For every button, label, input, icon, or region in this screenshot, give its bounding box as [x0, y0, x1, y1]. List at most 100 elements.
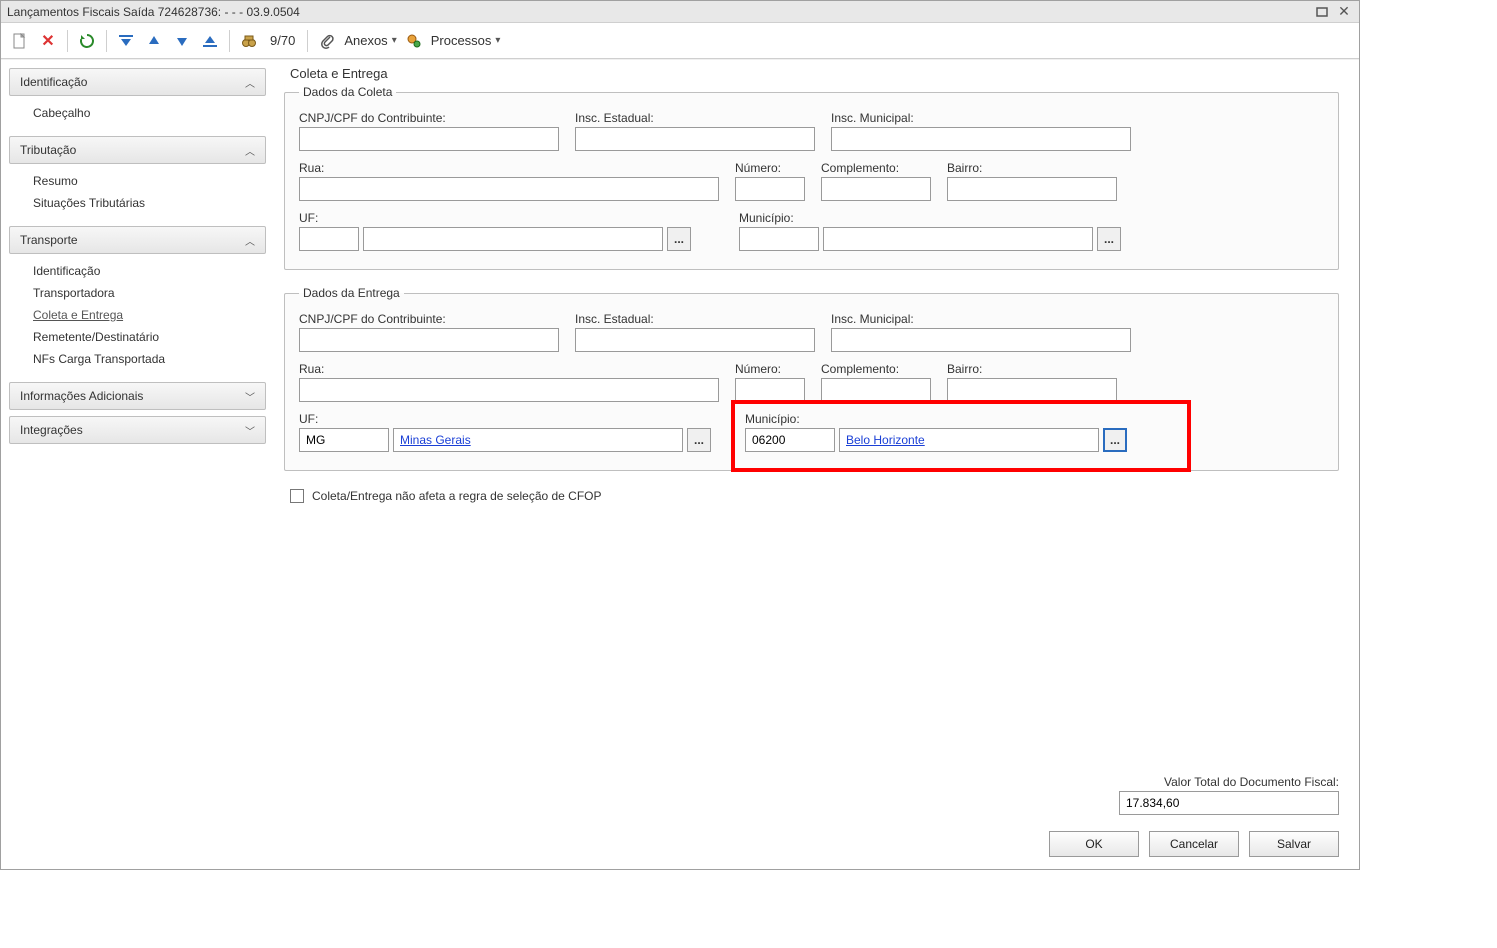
input-coleta-insc-est[interactable]: [575, 127, 815, 151]
lookup-coleta-uf-button[interactable]: ...: [667, 227, 691, 251]
input-total[interactable]: [1119, 791, 1339, 815]
toolbar: ✕ 9/70 Anexos ▾: [1, 23, 1359, 59]
new-document-icon: [13, 33, 27, 49]
refresh-icon: [79, 33, 95, 49]
input-coleta-complemento[interactable]: [821, 177, 931, 201]
chevron-up-icon: ︿: [245, 233, 255, 248]
title-bar: Lançamentos Fiscais Saída 724628736: - -…: [1, 1, 1359, 23]
window-close-button[interactable]: ✕: [1335, 5, 1353, 19]
input-entrega-numero[interactable]: [735, 378, 805, 402]
input-entrega-complemento[interactable]: [821, 378, 931, 402]
label-coleta-municipio: Município:: [739, 211, 1121, 225]
toolbar-separator: [229, 30, 230, 52]
input-entrega-mun-code[interactable]: [745, 428, 835, 452]
label-coleta-numero: Número:: [735, 161, 805, 175]
toolbar-prev-button[interactable]: [143, 30, 165, 52]
toolbar-processes-dropdown[interactable]: Processos ▾: [431, 33, 501, 48]
binoculars-icon: [241, 33, 257, 49]
window-maximize-button[interactable]: [1313, 5, 1331, 19]
lookup-entrega-mun-button[interactable]: ...: [1103, 428, 1127, 452]
lookup-coleta-mun-button[interactable]: ...: [1097, 227, 1121, 251]
label-entrega-numero: Número:: [735, 362, 805, 376]
toolbar-new-button[interactable]: [9, 30, 31, 52]
ok-button[interactable]: OK: [1049, 831, 1139, 857]
paperclip-icon: [320, 33, 334, 49]
input-entrega-mun-name[interactable]: [839, 428, 1099, 452]
label-coleta-uf: UF:: [299, 211, 691, 225]
toolbar-attachments-icon[interactable]: [316, 30, 338, 52]
accordion-header-label: Transporte: [20, 233, 78, 247]
input-coleta-rua[interactable]: [299, 177, 719, 201]
input-coleta-uf-name[interactable]: [363, 227, 663, 251]
toolbar-attachments-dropdown[interactable]: Anexos ▾: [344, 33, 396, 48]
input-coleta-cnpj[interactable]: [299, 127, 559, 151]
accordion-identificacao: Identificação ︿ Cabeçalho: [9, 68, 266, 130]
toolbar-processes-icon[interactable]: [403, 30, 425, 52]
label-total: Valor Total do Documento Fiscal:: [1164, 775, 1339, 789]
sidebar-item-nfs-carga[interactable]: NFs Carga Transportada: [33, 348, 266, 370]
lookup-entrega-uf-button[interactable]: ...: [687, 428, 711, 452]
cancel-button[interactable]: Cancelar: [1149, 831, 1239, 857]
input-coleta-mun-name[interactable]: [823, 227, 1093, 251]
nav-next-icon: [176, 36, 188, 46]
label-entrega-insc-est: Insc. Estadual:: [575, 312, 815, 326]
toolbar-search-button[interactable]: [238, 30, 260, 52]
input-entrega-uf-code[interactable]: [299, 428, 389, 452]
maximize-icon: [1316, 7, 1328, 17]
toolbar-last-button[interactable]: [199, 30, 221, 52]
chevron-down-icon: ﹀: [245, 423, 255, 438]
toolbar-delete-button[interactable]: ✕: [37, 30, 59, 52]
label-entrega-complemento: Complemento:: [821, 362, 931, 376]
input-coleta-numero[interactable]: [735, 177, 805, 201]
main-panel: Coleta e Entrega Dados da Coleta CNPJ/CP…: [276, 60, 1359, 869]
sidebar-item-transp-ident[interactable]: Identificação: [33, 260, 266, 282]
save-button[interactable]: Salvar: [1249, 831, 1339, 857]
total-block: Valor Total do Documento Fiscal:: [1119, 775, 1339, 815]
nav-prev-icon: [148, 36, 160, 46]
sidebar-item-transportadora[interactable]: Transportadora: [33, 282, 266, 304]
toolbar-first-button[interactable]: [115, 30, 137, 52]
input-coleta-insc-mun[interactable]: [831, 127, 1131, 151]
accordion-header-tributacao[interactable]: Tributação ︿: [9, 136, 266, 164]
accordion-header-label: Identificação: [20, 75, 87, 89]
sidebar-item-remetente[interactable]: Remetente/Destinatário: [33, 326, 266, 348]
toolbar-separator: [307, 30, 308, 52]
toolbar-next-button[interactable]: [171, 30, 193, 52]
label-entrega-cnpj: CNPJ/CPF do Contribuinte:: [299, 312, 559, 326]
sidebar-item-cabecalho[interactable]: Cabeçalho: [33, 102, 266, 124]
cfop-checkbox[interactable]: [290, 489, 304, 503]
sidebar-item-resumo[interactable]: Resumo: [33, 170, 266, 192]
sidebar-item-coleta-entrega[interactable]: Coleta e Entrega: [33, 304, 266, 326]
accordion-header-transporte[interactable]: Transporte ︿: [9, 226, 266, 254]
input-entrega-uf-name[interactable]: [393, 428, 683, 452]
chevron-down-icon: ﹀: [245, 389, 255, 404]
sidebar-item-situacoes[interactable]: Situações Tributárias: [33, 192, 266, 214]
window-title: Lançamentos Fiscais Saída 724628736: - -…: [7, 5, 1309, 19]
input-entrega-insc-mun[interactable]: [831, 328, 1131, 352]
label-entrega-municipio: Município:: [745, 412, 1127, 426]
label-entrega-rua: Rua:: [299, 362, 719, 376]
toolbar-refresh-button[interactable]: [76, 30, 98, 52]
label-entrega-insc-mun: Insc. Municipal:: [831, 312, 1131, 326]
group-dados-coleta: Dados da Coleta CNPJ/CPF do Contribuinte…: [284, 85, 1339, 270]
accordion-integracoes: Integrações ﹀: [9, 416, 266, 444]
label-coleta-complemento: Complemento:: [821, 161, 931, 175]
accordion-header-identificacao[interactable]: Identificação ︿: [9, 68, 266, 96]
input-entrega-rua[interactable]: [299, 378, 719, 402]
accordion-header-info-adicionais[interactable]: Informações Adicionais ﹀: [9, 382, 266, 410]
page-title: Coleta e Entrega: [290, 66, 1339, 81]
accordion-header-integracoes[interactable]: Integrações ﹀: [9, 416, 266, 444]
label-coleta-bairro: Bairro:: [947, 161, 1117, 175]
input-coleta-bairro[interactable]: [947, 177, 1117, 201]
input-coleta-mun-code[interactable]: [739, 227, 819, 251]
entrega-municipio-block: Município: ...: [745, 412, 1127, 452]
app-window: Lançamentos Fiscais Saída 724628736: - -…: [0, 0, 1360, 870]
accordion-header-label: Tributação: [20, 143, 76, 157]
accordion-header-label: Informações Adicionais: [20, 389, 143, 403]
input-coleta-uf-code[interactable]: [299, 227, 359, 251]
label-entrega-uf: UF:: [299, 412, 711, 426]
chevron-up-icon: ︿: [245, 143, 255, 158]
input-entrega-cnpj[interactable]: [299, 328, 559, 352]
input-entrega-bairro[interactable]: [947, 378, 1117, 402]
input-entrega-insc-est[interactable]: [575, 328, 815, 352]
